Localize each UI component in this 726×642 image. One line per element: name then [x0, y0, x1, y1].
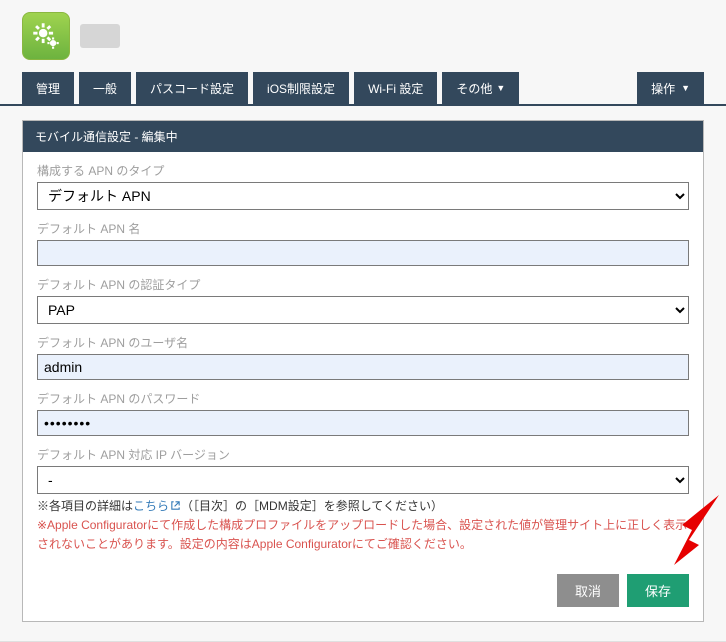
tab-general[interactable]: 一般 — [79, 72, 131, 104]
tab-passcode[interactable]: パスコード設定 — [136, 72, 248, 104]
settings-panel: モバイル通信設定 - 編集中 構成する APN のタイプ デフォルト APN デ… — [22, 120, 704, 622]
ipver-label: デフォルト APN 対応 IP バージョン — [37, 446, 689, 463]
user-label: デフォルト APN のユーザ名 — [37, 334, 689, 351]
warning-text: ※Apple Configuratorにて作成した構成プロファイルをアップロード… — [37, 516, 689, 554]
details-link[interactable]: こちら — [133, 499, 181, 513]
ops-button-label: 操作 — [651, 80, 675, 97]
pw-label: デフォルト APN のパスワード — [37, 390, 689, 407]
tab-wifi[interactable]: Wi-Fi 設定 — [354, 72, 437, 104]
note-prefix: ※各項目の詳細は — [37, 499, 133, 513]
ops-button[interactable]: 操作 ▼ — [637, 72, 704, 104]
tab-more[interactable]: その他 ▼ — [442, 72, 519, 104]
password-input[interactable] — [37, 410, 689, 436]
tab-more-label: その他 — [456, 80, 492, 97]
save-button[interactable]: 保存 — [627, 574, 689, 607]
tab-manage[interactable]: 管理 — [22, 72, 74, 104]
note-suffix: （［目次］の［MDM設定］を参照してください） — [181, 499, 443, 513]
apn-name-input[interactable] — [37, 240, 689, 266]
header — [0, 0, 726, 72]
tab-bar: 管理 一般 パスコード設定 iOS制限設定 Wi-Fi 設定 その他 ▼ 操作 … — [0, 72, 726, 106]
button-row: 取消 保存 — [37, 574, 689, 607]
chevron-down-icon: ▼ — [681, 83, 690, 93]
auth-type-select[interactable]: PAP — [37, 296, 689, 324]
cancel-button[interactable]: 取消 — [557, 574, 619, 607]
external-link-icon — [170, 500, 181, 511]
panel-title: モバイル通信設定 - 編集中 — [23, 121, 703, 152]
gear-app-icon — [22, 12, 70, 60]
apn-name-label: デフォルト APN 名 — [37, 220, 689, 237]
app-title-placeholder — [80, 24, 120, 48]
note-line: ※各項目の詳細はこちら（［目次］の［MDM設定］を参照してください） — [37, 497, 689, 514]
tab-ios-restrict[interactable]: iOS制限設定 — [253, 72, 349, 104]
ipver-select[interactable]: - — [37, 466, 689, 494]
chevron-down-icon: ▼ — [496, 83, 505, 93]
user-input[interactable] — [37, 354, 689, 380]
apn-type-label: 構成する APN のタイプ — [37, 162, 689, 179]
auth-type-label: デフォルト APN の認証タイプ — [37, 276, 689, 293]
apn-type-select[interactable]: デフォルト APN — [37, 182, 689, 210]
